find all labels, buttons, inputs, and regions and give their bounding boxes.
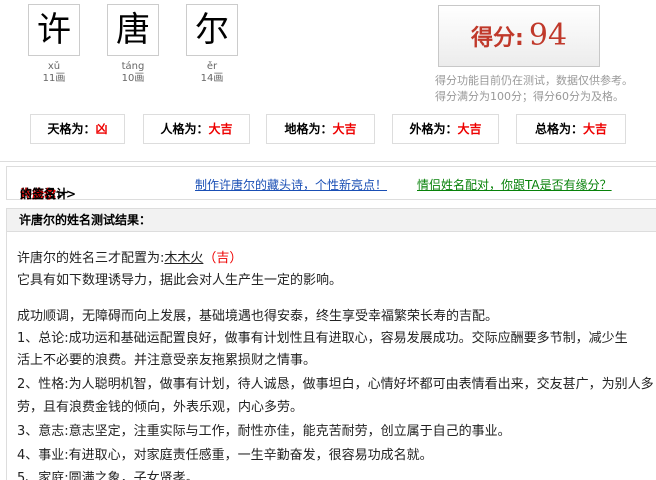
ge-label: 地格为： (284, 122, 333, 136)
tiange-badge: 天格为：凶 (30, 114, 125, 144)
score-box: 得分: 94 (438, 5, 600, 67)
result-text: 成功顺调，无障碍而向上发展，基础境遇也得安泰，终生享受幸福繁荣长寿的吉配。 (17, 309, 499, 324)
name-char-pinyin: xǔ (47, 61, 61, 72)
ge-value: 凶 (95, 122, 108, 136)
ge-value: 大吉 (583, 122, 608, 136)
ge-value: 大吉 (332, 122, 357, 136)
result-text: 它具有如下数理诱导力，据此会对人生产生一定的影响。 (17, 273, 343, 288)
sancai-prefix: 许唐尔的姓名三才配置为: (17, 251, 165, 266)
name-char-strokes: 11画 (42, 73, 66, 84)
score-note: 得分满分为100分；得分60分为及格。 (435, 90, 624, 103)
ge-label: 外格为： (409, 122, 458, 136)
name-char: 唐 (107, 4, 159, 56)
name-char: 尔 (186, 4, 238, 56)
score-value: 94 (528, 18, 568, 53)
name-char-strokes: 14画 (200, 73, 224, 84)
name-char-card: 唐 táng 10画 (107, 4, 159, 85)
name-char-pinyin: ěr (206, 61, 218, 72)
result-body: 许唐尔的姓名三才配置为:木木火（吉） 它具有如下数理诱导力，据此会对人生产生一定… (6, 232, 656, 480)
sancai-value-link[interactable]: 木木火 (164, 251, 203, 266)
acrostic-poem-link[interactable]: 制作许唐尔的藏头诗，个性新亮点！ (195, 176, 387, 193)
ge-value: 大吉 (457, 122, 482, 136)
result-text: 3、意志:意志坚定，注重实际与工作，耐性亦佳，能克苦耐劳，创立属于自己的事业。 (17, 424, 511, 439)
name-char-card: 尔 ěr 14画 (186, 4, 238, 85)
result-text: 4、事业:有进取心，对家庭责任感重，一生辛勤奋发，很容易功成名就。 (17, 448, 433, 463)
links-bar: 点此设计 许唐尔 的签名>> 制作许唐尔的藏头诗，个性新亮点！ 情侣姓名配对，你跟T… (6, 166, 656, 201)
sancai-tag: （吉） (203, 251, 243, 266)
ge-label: 总格为： (534, 122, 583, 136)
score-note: 得分功能目前仍在测试，数据仅供参考。 (435, 74, 633, 87)
dige-badge: 地格为：大吉 (266, 114, 375, 144)
ge-label: 人格为： (160, 122, 209, 136)
name-char: 许 (28, 4, 80, 56)
score-label: 得分: (470, 26, 524, 51)
result-text: 1、总论:成功运和基础运配置良好，做事有计划性且有进取心，容易发展成功。交际应酬… (17, 331, 628, 346)
result-text: 活上不必要的浪费。并注意受亲友拖累损财之情事。 (17, 353, 317, 368)
renge-badge: 人格为：大吉 (143, 114, 250, 144)
name-header-panel: 许 xǔ 11画 唐 táng 10画 尔 ěr 14画 得分: 94 得分功能… (0, 0, 656, 160)
ge-value: 大吉 (208, 122, 233, 136)
result-header: 许唐尔的姓名测试结果： (6, 208, 656, 232)
ge-label: 天格为： (47, 122, 96, 136)
waige-badge: 外格为：大吉 (392, 114, 499, 144)
design-link-suffix: 的签名>> (20, 187, 77, 201)
sancai-line: 许唐尔的姓名三才配置为:木木火（吉） (17, 250, 242, 268)
couple-match-link[interactable]: 情侣姓名配对，你跟TA是否有缘分？ (417, 176, 612, 193)
result-text: 2、性格:为人聪明机智，做事有计划，待人诚恳，做事坦白，心情好坏都可由表情看出来… (17, 377, 654, 392)
name-char-strokes: 10画 (121, 73, 145, 84)
result-text: 5、家庭:圆满之象，子女贤孝。 (17, 471, 199, 480)
result-text: 劳，且有浪费金钱的倾向，外表乐观，内心多劳。 (17, 400, 304, 415)
name-char-card: 许 xǔ 11画 (28, 4, 80, 85)
divider (0, 161, 656, 162)
name-char-pinyin: táng (121, 61, 145, 72)
zongge-badge: 总格为：大吉 (516, 114, 626, 144)
